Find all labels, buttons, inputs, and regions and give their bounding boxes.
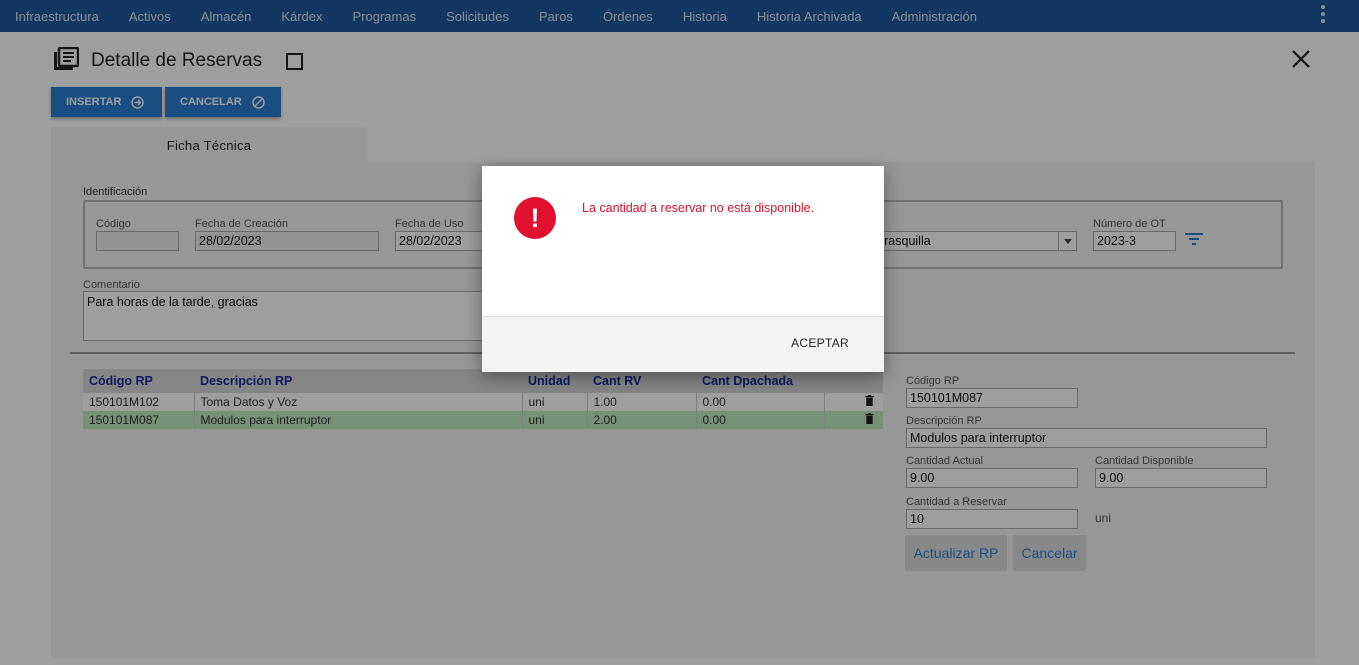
alert-message: La cantidad a reservar no está disponibl… — [582, 201, 815, 215]
alert-footer: ACEPTAR — [482, 316, 884, 372]
alert-body: ! La cantidad a reservar no está disponi… — [482, 166, 884, 316]
alert-dialog: ! La cantidad a reservar no está disponi… — [482, 166, 884, 372]
accept-button[interactable]: ACEPTAR — [791, 336, 849, 350]
error-icon: ! — [514, 197, 556, 239]
